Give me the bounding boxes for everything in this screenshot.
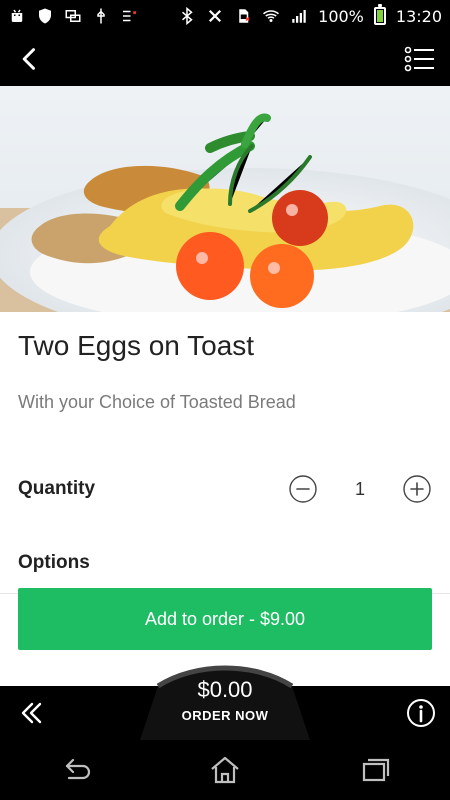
dish-photo — [0, 86, 450, 312]
quantity-value: 1 — [354, 478, 365, 499]
signal-icon — [290, 7, 308, 25]
battery-icon — [373, 4, 386, 25]
battery-percentage: 100% — [318, 6, 364, 26]
item-details: Two Eggs on Toast With your Choice of To… — [0, 312, 450, 594]
recent-apps-icon[interactable] — [347, 750, 403, 790]
sync-icon — [120, 7, 138, 25]
android-debug-icon — [8, 7, 26, 25]
plus-icon — [403, 475, 431, 503]
sd-card-icon — [234, 7, 252, 25]
quantity-label: Quantity — [18, 478, 96, 499]
status-left — [8, 7, 138, 25]
order-now-text: $0.00 ORDER NOW — [140, 677, 310, 724]
status-bar: 100% 13:20 — [0, 0, 450, 32]
screen-mirroring-icon — [64, 7, 82, 25]
quantity-stepper: 1 — [288, 474, 432, 504]
order-now-tab[interactable]: $0.00 ORDER NOW — [140, 664, 310, 740]
decrease-quantity-button[interactable] — [288, 474, 318, 504]
system-back-icon[interactable] — [47, 750, 103, 790]
status-right: 100% 13:20 — [178, 4, 442, 26]
list-menu-icon[interactable] — [402, 41, 438, 77]
minus-icon — [289, 475, 317, 503]
dish-photo-illustration — [0, 86, 450, 312]
sim-off-icon — [206, 7, 224, 25]
home-icon[interactable] — [197, 750, 253, 790]
system-navigation-bar — [0, 740, 450, 800]
clock-time: 13:20 — [395, 6, 442, 26]
shield-icon — [36, 7, 54, 25]
top-navigation — [0, 32, 450, 86]
double-left-chevron-icon[interactable] — [10, 694, 48, 732]
usb-icon — [92, 7, 110, 25]
wifi-icon — [262, 7, 280, 25]
info-icon[interactable] — [402, 694, 440, 732]
bluetooth-icon — [178, 7, 196, 25]
quantity-row: Quantity 1 — [0, 467, 450, 511]
add-to-order-button[interactable]: Add to order - $9.00 — [18, 588, 432, 650]
order-now-label: ORDER NOW — [181, 708, 269, 723]
item-subtitle: With your Choice of Toasted Bread — [18, 392, 296, 412]
options-label: Options — [18, 552, 90, 573]
back-chevron-icon[interactable] — [12, 41, 48, 77]
increase-quantity-button[interactable] — [402, 474, 432, 504]
order-total: $0.00 — [197, 677, 253, 702]
options-row[interactable]: Options — [0, 541, 450, 585]
item-title: Two Eggs on Toast — [18, 330, 255, 361]
